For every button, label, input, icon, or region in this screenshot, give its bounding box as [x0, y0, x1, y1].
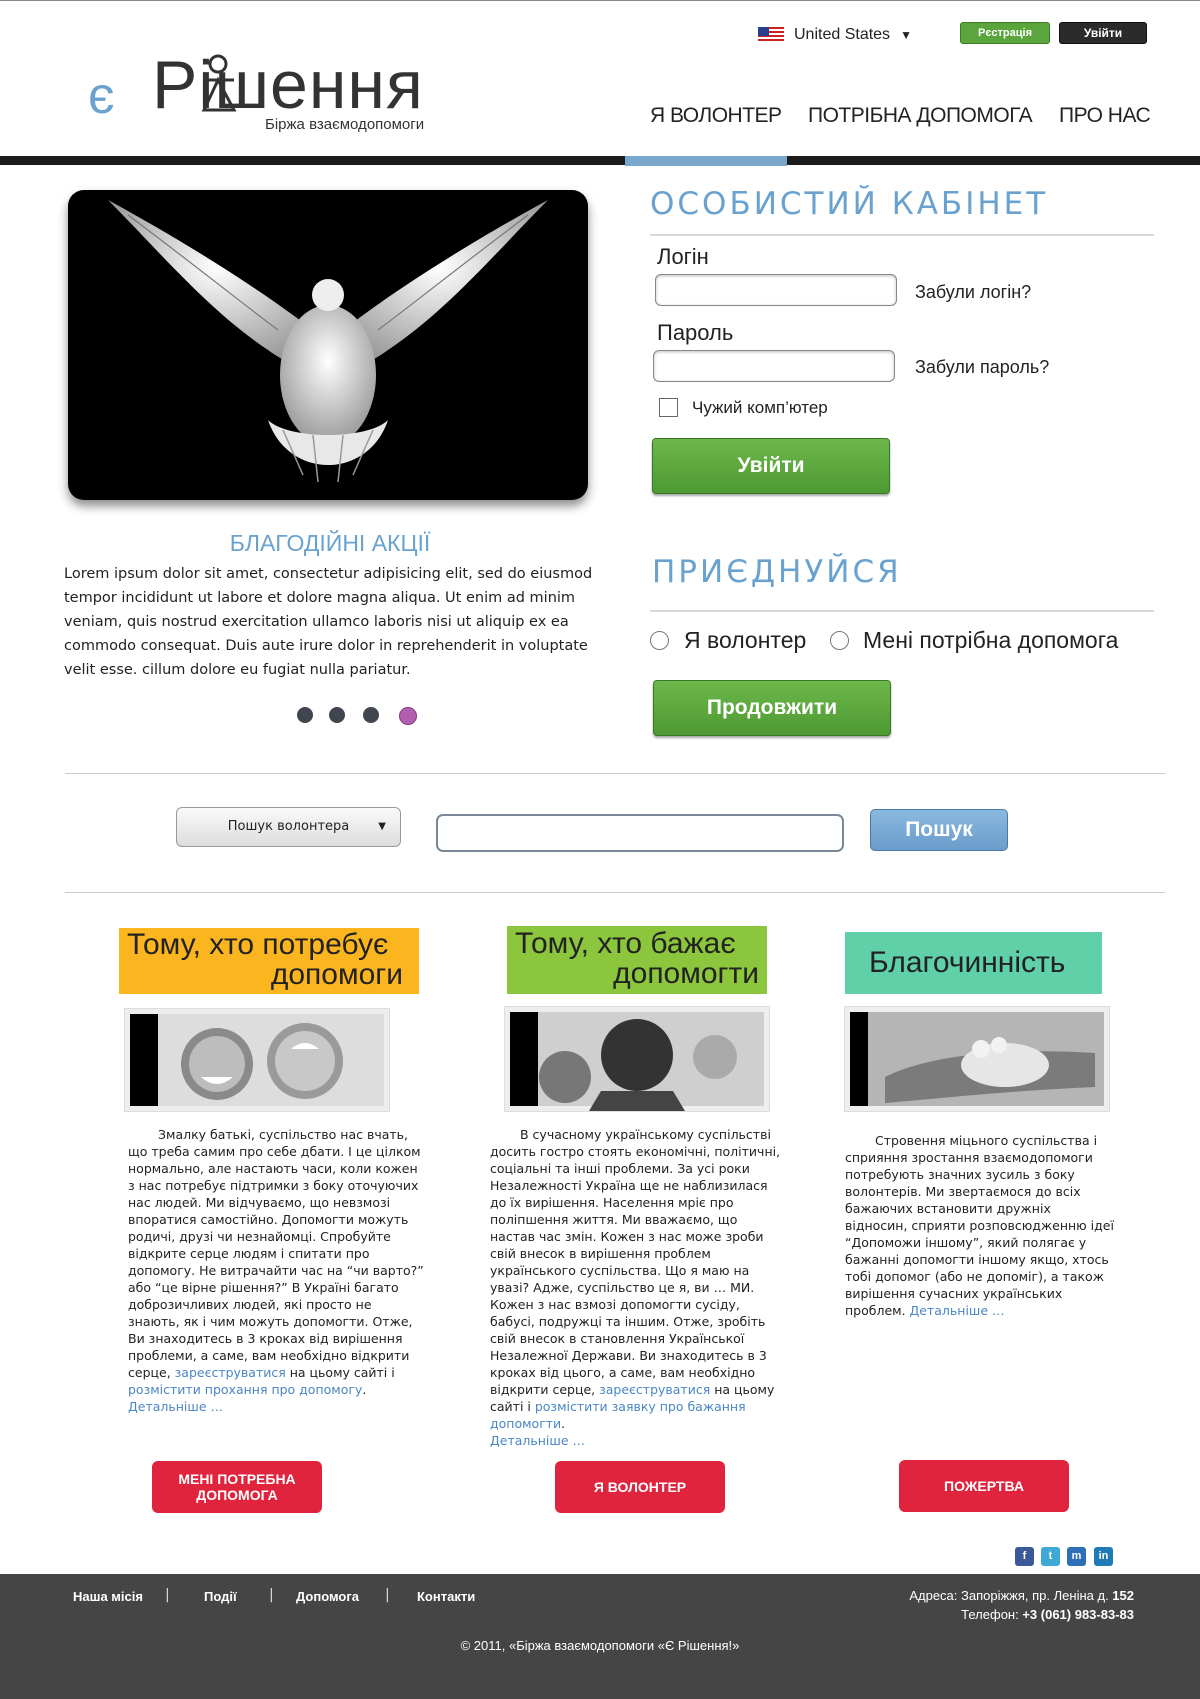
charity-more-link[interactable]: Детальніше …: [910, 1303, 1005, 1318]
register-link[interactable]: зареєструватися: [175, 1365, 286, 1380]
linkedin-icon[interactable]: in: [1094, 1547, 1113, 1566]
cabinet-title: ОСОБИСТИЙ КАБІНЕТ: [650, 186, 1049, 222]
foreign-pc-label: Чужий комп’ютер: [692, 398, 828, 417]
dropdown-arrow-icon: ▼: [900, 28, 912, 42]
nav-active-indicator: [625, 156, 787, 166]
password-input[interactable]: [653, 350, 895, 382]
search-button[interactable]: Пошук: [870, 809, 1008, 851]
join-title: ПРИЄДНУЙСЯ: [652, 554, 902, 590]
forgot-password-link[interactable]: Забули пароль?: [915, 357, 1049, 378]
need-help-radio-label: Мені потрібна допомога: [863, 627, 1119, 653]
child-image: [510, 1012, 764, 1111]
children-photo: [124, 1008, 390, 1112]
logo-wordmark: Рішення: [152, 47, 424, 123]
nav-volunteer[interactable]: Я ВОЛОНТЕР: [650, 104, 782, 128]
footer-phone: Телефон: +3 (061) 983-83-83: [909, 1605, 1134, 1624]
search-type-select[interactable]: Пошук волонтера ▼: [176, 807, 401, 847]
need-help-heading-line1: Тому, хто потребує: [127, 928, 389, 961]
us-flag-icon: [758, 27, 784, 43]
charity-description: Lorem ipsum dolor sit amet, consectetur …: [64, 566, 593, 678]
child-photo: [504, 1006, 770, 1112]
register-link[interactable]: зареєструватися: [599, 1382, 710, 1397]
dropdown-arrow-icon: ▼: [378, 821, 386, 832]
nav-need-help[interactable]: ПОТРІБНА ДОПОМОГА: [808, 104, 1033, 128]
carousel-dot[interactable]: [297, 707, 313, 723]
dove-image: [108, 200, 548, 483]
phone-number: +3 (061) 983-83-83: [1022, 1607, 1134, 1622]
header-login-button[interactable]: Увійти: [1059, 22, 1147, 44]
forgot-login-link[interactable]: Забули логін?: [915, 282, 1031, 303]
myspace-icon[interactable]: m: [1067, 1547, 1086, 1566]
login-input[interactable]: [655, 274, 897, 306]
post-request-link[interactable]: розмістити прохання про допомогу: [128, 1382, 362, 1397]
join-divider: [650, 610, 1154, 612]
top-border: [0, 0, 1200, 1]
carousel-dot-active[interactable]: [399, 707, 417, 725]
charity-text: Стровення міцьного суспільства і сприянн…: [845, 1132, 1117, 1319]
logo-subtitle: Біржа взаємодопомоги: [265, 116, 425, 133]
footer-contact-info: Адреса: Запоріжжя, пр. Леніна д. 152 Тел…: [909, 1586, 1134, 1624]
search-type-label: Пошук волонтера: [227, 819, 350, 834]
need-help-body: Змалку батькі, суспільство нас вчать, що…: [128, 1127, 424, 1380]
login-label: Логін: [657, 244, 709, 269]
search-input[interactable]: [436, 814, 844, 852]
footer-separator: |: [269, 1587, 274, 1603]
volunteer-radio[interactable]: [650, 631, 669, 650]
twitter-icon[interactable]: t: [1041, 1547, 1060, 1566]
nav-about[interactable]: ПРО НАС: [1059, 104, 1151, 128]
hero-image: [68, 190, 588, 500]
charity-heading: Благочинність: [845, 932, 1102, 994]
locale-selector[interactable]: United States ▼: [758, 26, 912, 44]
phone-label: Телефон:: [961, 1607, 1023, 1622]
need-help-end: .: [362, 1382, 367, 1397]
footer-link-help[interactable]: Допомога: [296, 1589, 359, 1604]
footer-copyright: © 2011, «Біржа взаємодопомоги «Є Рішення…: [460, 1638, 740, 1653]
nav-underline-bar: [0, 156, 1200, 165]
password-label: Пароль: [657, 320, 734, 345]
want-help-end: .: [561, 1416, 566, 1431]
volunteer-button[interactable]: Я ВОЛОНТЕР: [555, 1461, 725, 1513]
search-divider-bottom: [65, 892, 1165, 893]
donate-button[interactable]: ПОЖЕРТВА: [899, 1460, 1069, 1512]
address-number: 152: [1112, 1588, 1134, 1603]
need-help-more-link[interactable]: Детальніше …: [128, 1399, 223, 1414]
logo-e: є: [88, 67, 115, 125]
foreign-pc-checkbox[interactable]: [659, 398, 678, 417]
charity-body: Стровення міцьного суспільства і сприянн…: [845, 1133, 1114, 1318]
need-help-radio[interactable]: [830, 631, 849, 650]
continue-button[interactable]: Продовжити: [653, 680, 891, 736]
need-help-heading-line2: допомоги: [270, 958, 403, 991]
locale-label: United States: [794, 26, 891, 43]
carousel-dot[interactable]: [329, 707, 345, 723]
footer-link-mission[interactable]: Наша місія: [73, 1589, 143, 1604]
carousel-dot[interactable]: [363, 707, 379, 723]
want-help-body: В сучасному українському суспільстві дос…: [490, 1127, 781, 1397]
hands-photo: [844, 1006, 1110, 1112]
children-image: [130, 1014, 384, 1106]
register-button[interactable]: Рєстрація: [960, 22, 1050, 44]
want-help-heading-line1: Тому, хто бажає: [515, 927, 736, 960]
cabinet-divider: [650, 234, 1154, 236]
login-submit-button[interactable]: Увійти: [652, 438, 890, 494]
logo-person-icon: [201, 54, 237, 112]
want-help-heading-line2: допомогти: [613, 957, 759, 990]
footer-separator: |: [385, 1587, 390, 1603]
volunteer-radio-label: Я волонтер: [684, 627, 807, 653]
address-label: Адреса: Запоріжжя, пр. Леніна д.: [909, 1588, 1113, 1603]
want-help-more-link[interactable]: Детальніше …: [490, 1433, 585, 1448]
search-divider-top: [65, 773, 1165, 774]
need-help-button[interactable]: МЕНІ ПОТРЕБНА ДОПОМОГА: [152, 1461, 322, 1513]
need-help-mid: на цьому сайті і: [285, 1365, 395, 1380]
need-help-text: Змалку батькі, суспільство нас вчать, що…: [128, 1126, 424, 1415]
hands-image: [850, 1012, 1104, 1106]
need-help-heading: Тому, хто потребує допомоги: [119, 928, 419, 994]
footer-link-contacts[interactable]: Контакти: [417, 1589, 475, 1604]
footer-address: Адреса: Запоріжжя, пр. Леніна д. 152: [909, 1586, 1134, 1605]
footer-link-events[interactable]: Події: [204, 1589, 237, 1604]
want-help-text: В сучасному українському суспільстві дос…: [490, 1126, 782, 1449]
want-help-heading: Тому, хто бажає допомогти: [507, 926, 767, 994]
facebook-icon[interactable]: f: [1015, 1547, 1034, 1566]
charity-section-title: БЛАГОДІЙНІ АКЦІЇ: [229, 530, 431, 556]
footer-separator: |: [165, 1587, 170, 1603]
